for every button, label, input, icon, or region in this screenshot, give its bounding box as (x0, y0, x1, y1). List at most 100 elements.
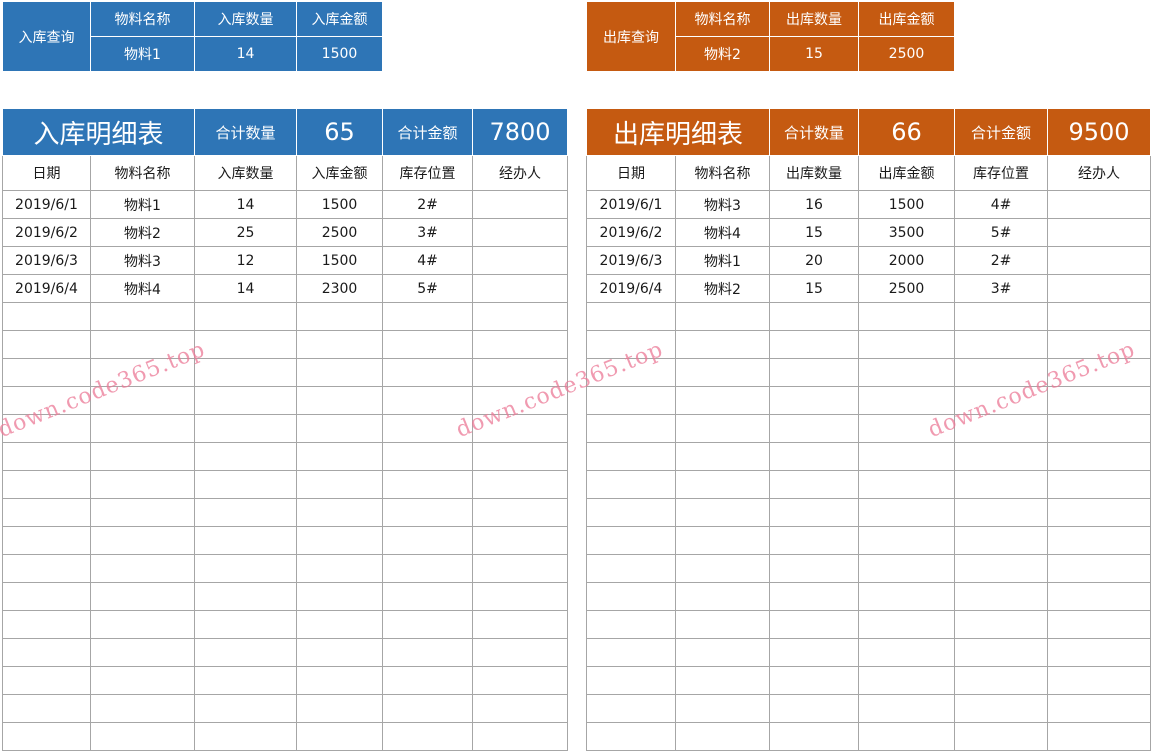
table-cell[interactable] (296, 386, 384, 415)
table-cell[interactable] (954, 638, 1049, 667)
table-cell[interactable] (769, 498, 860, 527)
table-cell[interactable] (769, 358, 860, 387)
table-cell[interactable] (472, 218, 569, 247)
table-cell[interactable] (472, 470, 569, 499)
table-cell[interactable] (858, 722, 956, 751)
table-cell[interactable] (858, 302, 956, 331)
table-cell[interactable] (586, 610, 676, 639)
table-cell[interactable]: 5# (382, 274, 474, 303)
table-cell[interactable] (769, 694, 860, 723)
table-cell[interactable] (194, 442, 298, 471)
table-cell[interactable] (674, 526, 771, 555)
table-cell[interactable] (89, 638, 196, 667)
table-cell[interactable] (296, 498, 384, 527)
table-cell[interactable] (296, 610, 384, 639)
table-cell[interactable] (1047, 582, 1151, 611)
table-cell[interactable] (1047, 442, 1151, 471)
table-cell[interactable] (769, 414, 860, 443)
table-cell[interactable] (89, 722, 196, 751)
table-cell[interactable] (674, 358, 771, 387)
table-cell[interactable] (858, 358, 956, 387)
table-cell[interactable] (2, 498, 91, 527)
table-cell[interactable] (769, 554, 860, 583)
table-cell[interactable] (1047, 694, 1151, 723)
table-cell[interactable] (2, 666, 91, 695)
table-cell[interactable] (586, 694, 676, 723)
table-cell[interactable]: 12 (194, 246, 298, 275)
table-cell[interactable] (674, 414, 771, 443)
table-cell[interactable] (2, 302, 91, 331)
table-cell[interactable] (858, 498, 956, 527)
table-cell[interactable] (674, 498, 771, 527)
table-cell[interactable] (382, 330, 474, 359)
table-cell[interactable] (954, 358, 1049, 387)
table-cell[interactable] (194, 694, 298, 723)
table-cell[interactable] (954, 498, 1049, 527)
table-cell[interactable] (89, 526, 196, 555)
table-cell[interactable] (382, 610, 474, 639)
table-cell[interactable]: 3500 (858, 218, 956, 247)
table-cell[interactable] (472, 582, 569, 611)
table-cell[interactable] (472, 526, 569, 555)
table-cell[interactable] (586, 414, 676, 443)
table-cell[interactable] (89, 414, 196, 443)
table-cell[interactable] (382, 442, 474, 471)
table-cell[interactable] (296, 470, 384, 499)
table-cell[interactable]: 2019/6/1 (2, 190, 91, 219)
table-cell[interactable]: 2300 (296, 274, 384, 303)
table-cell[interactable]: 物料3 (89, 246, 196, 275)
table-cell[interactable] (1047, 498, 1151, 527)
table-cell[interactable] (769, 610, 860, 639)
table-cell[interactable]: 物料1 (89, 190, 196, 219)
table-cell[interactable] (2, 470, 91, 499)
table-cell[interactable] (586, 722, 676, 751)
table-cell[interactable] (954, 386, 1049, 415)
table-cell[interactable] (586, 442, 676, 471)
table-cell[interactable]: 1500 (296, 190, 384, 219)
table-cell[interactable] (472, 246, 569, 275)
table-cell[interactable] (674, 386, 771, 415)
table-cell[interactable] (954, 554, 1049, 583)
table-cell[interactable] (1047, 330, 1151, 359)
table-cell[interactable] (296, 330, 384, 359)
table-cell[interactable]: 2019/6/4 (586, 274, 676, 303)
table-cell[interactable] (296, 638, 384, 667)
table-cell[interactable] (89, 694, 196, 723)
table-cell[interactable] (194, 722, 298, 751)
table-cell[interactable] (674, 694, 771, 723)
outbound-query-material-input[interactable]: 物料2 (675, 36, 770, 72)
table-cell[interactable]: 16 (769, 190, 860, 219)
table-cell[interactable]: 2019/6/1 (586, 190, 676, 219)
table-cell[interactable]: 14 (194, 190, 298, 219)
table-cell[interactable] (2, 526, 91, 555)
table-cell[interactable] (1047, 666, 1151, 695)
table-cell[interactable] (2, 554, 91, 583)
table-cell[interactable]: 14 (194, 274, 298, 303)
table-cell[interactable]: 物料1 (674, 246, 771, 275)
table-cell[interactable] (472, 386, 569, 415)
table-cell[interactable] (586, 666, 676, 695)
table-cell[interactable] (1047, 218, 1151, 247)
table-cell[interactable] (586, 330, 676, 359)
table-cell[interactable] (296, 666, 384, 695)
table-cell[interactable] (2, 638, 91, 667)
table-cell[interactable] (769, 470, 860, 499)
table-cell[interactable] (89, 498, 196, 527)
table-cell[interactable] (382, 470, 474, 499)
table-cell[interactable] (382, 526, 474, 555)
table-cell[interactable] (954, 722, 1049, 751)
table-cell[interactable] (858, 610, 956, 639)
table-cell[interactable] (674, 470, 771, 499)
table-cell[interactable] (296, 526, 384, 555)
table-cell[interactable]: 2500 (296, 218, 384, 247)
table-cell[interactable] (194, 666, 298, 695)
table-cell[interactable] (1047, 526, 1151, 555)
table-cell[interactable]: 1500 (858, 190, 956, 219)
table-cell[interactable] (472, 274, 569, 303)
table-cell[interactable] (194, 414, 298, 443)
table-cell[interactable] (858, 554, 956, 583)
table-cell[interactable] (674, 554, 771, 583)
table-cell[interactable] (472, 694, 569, 723)
table-cell[interactable] (769, 330, 860, 359)
table-cell[interactable] (296, 302, 384, 331)
